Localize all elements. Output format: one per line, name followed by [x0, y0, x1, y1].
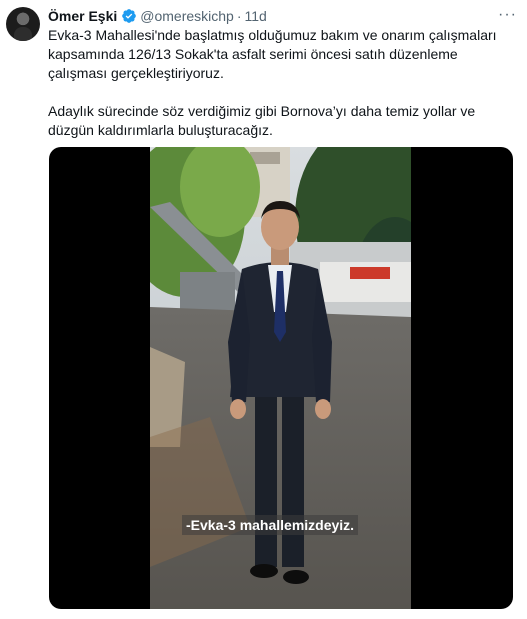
tweet[interactable]: Ömer Eşki @omereskichp · 11d ··· Evka-3 … — [0, 0, 527, 619]
tweet-text: Evka-3 Mahallesi'nde başlatmış olduğumuz… — [48, 26, 518, 140]
tweet-timestamp[interactable]: 11d — [245, 8, 267, 24]
tweet-paragraph-2: Adaylık sürecinde söz verdiğimiz gibi Bo… — [48, 103, 476, 138]
more-options-icon[interactable]: ··· — [498, 6, 517, 24]
separator-dot: · — [236, 8, 242, 24]
tweet-paragraph-1: Evka-3 Mahallesi'nde başlatmış olduğumuz… — [48, 27, 497, 81]
author-avatar[interactable] — [6, 7, 40, 41]
author-handle[interactable]: @omereskichp — [140, 8, 234, 24]
video-frame[interactable] — [150, 147, 411, 609]
video-player[interactable]: -Evka-3 mahallemizdeyiz. — [49, 147, 513, 609]
author-name[interactable]: Ömer Eşki — [48, 8, 117, 24]
verified-badge-icon — [122, 9, 137, 23]
tweet-header: Ömer Eşki @omereskichp · 11d — [48, 7, 267, 25]
video-subtitle: -Evka-3 mahallemizdeyiz. — [182, 515, 359, 535]
